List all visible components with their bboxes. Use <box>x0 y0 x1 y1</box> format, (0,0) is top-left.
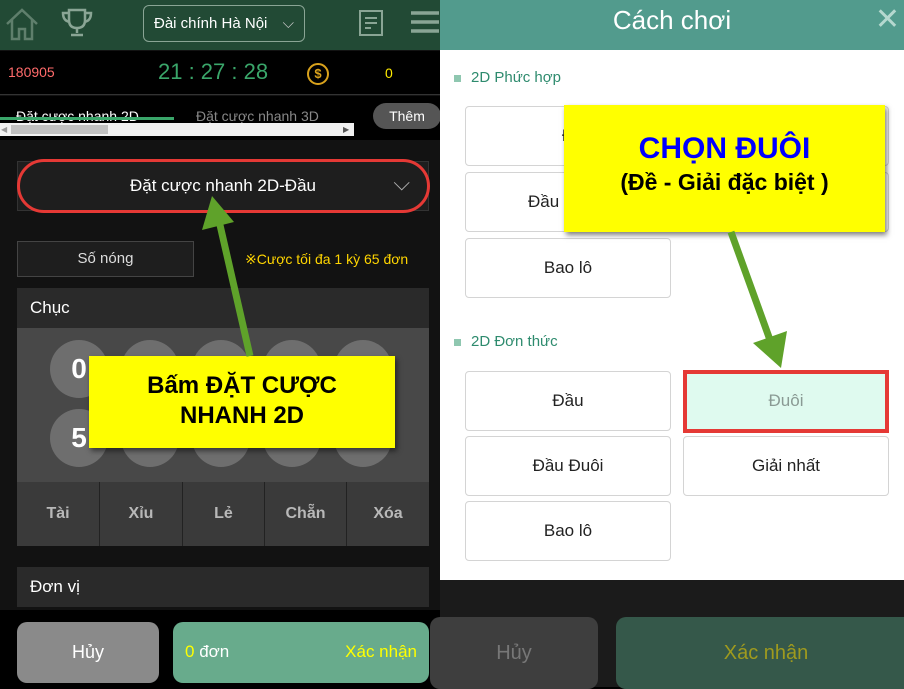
arrow-to-duoi <box>727 230 787 368</box>
arrow-overlay <box>202 196 787 368</box>
arrow-to-bet-type <box>202 196 254 357</box>
